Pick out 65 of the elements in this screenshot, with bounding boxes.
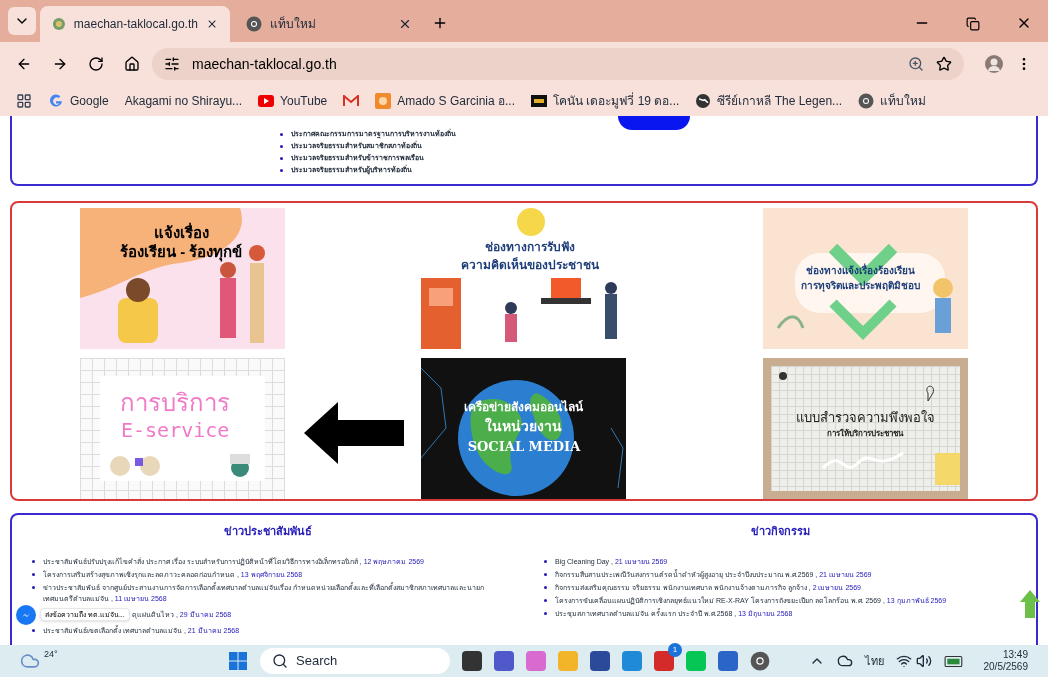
tab-title: แท็บใหม่ bbox=[270, 15, 317, 33]
bookmark[interactable]: Akagami no Shirayu... bbox=[124, 92, 243, 110]
banner-title: แบบสำรวจความพึงพอใจ bbox=[795, 409, 935, 428]
back-icon[interactable] bbox=[16, 56, 32, 72]
messenger-button[interactable] bbox=[16, 604, 36, 625]
avatar-icon[interactable] bbox=[984, 54, 1004, 74]
bookmark-star-icon[interactable] bbox=[936, 56, 952, 72]
banner-title: ช่องทางการรับฟัง bbox=[485, 239, 576, 257]
home-icon[interactable] bbox=[124, 56, 140, 72]
app-icon[interactable] bbox=[654, 651, 674, 671]
banner[interactable]: แบบสำรวจความพึงพอใจ การให้บริการประชาชน bbox=[762, 358, 968, 500]
banner-title: แจ้งเรื่อง bbox=[153, 224, 209, 243]
reload-icon[interactable] bbox=[88, 56, 104, 72]
tab-title: maechan-taklocal.go.th bbox=[73, 16, 198, 33]
wifi-icon[interactable] bbox=[895, 653, 912, 669]
section-title: ข่าวประชาสัมพันธ์ bbox=[224, 524, 312, 540]
scroll-to-top-icon[interactable] bbox=[1020, 590, 1040, 618]
bookmark[interactable]: Google bbox=[48, 92, 109, 110]
google-icon bbox=[48, 93, 64, 109]
battery-icon[interactable] bbox=[943, 653, 964, 669]
youtube-icon bbox=[258, 95, 275, 107]
clock-date: 20/5/2569 bbox=[983, 661, 1028, 674]
banner-subtitle: การให้บริการประชาชน bbox=[827, 427, 904, 440]
banner-subtitle: ความคิดเห็นของประชาชน bbox=[461, 256, 600, 275]
chrome-icon bbox=[750, 651, 770, 671]
notification-badge: 1 bbox=[668, 643, 682, 657]
apps-icon[interactable] bbox=[16, 93, 32, 109]
chrome-icon bbox=[246, 16, 262, 32]
search-field[interactable]: Search bbox=[260, 648, 450, 674]
left-arrow-icon bbox=[303, 402, 405, 465]
windows-start-icon[interactable] bbox=[228, 651, 248, 671]
volume-icon[interactable] bbox=[915, 653, 932, 669]
restore-icon[interactable] bbox=[966, 17, 980, 31]
clock-time: 13:49 bbox=[1002, 648, 1028, 661]
zoom-icon[interactable] bbox=[908, 56, 924, 72]
address-text: maechan-taklocal.go.th bbox=[192, 54, 338, 74]
weather-icon[interactable] bbox=[20, 651, 40, 671]
bookmark[interactable]: โคนัน เดอะมูฟวี่ 19 ดอ... bbox=[531, 92, 680, 110]
bookmark[interactable]: ซีรีย์เกาหลี The Legen... bbox=[695, 92, 843, 110]
mail-icon[interactable] bbox=[343, 95, 360, 107]
banner-subtitle: ร้องเรียน - ร้องทุกข์ bbox=[120, 243, 243, 262]
search-icon bbox=[272, 653, 288, 669]
browser-tab[interactable]: แท็บใหม่ bbox=[234, 6, 424, 42]
cloud-icon[interactable] bbox=[836, 653, 853, 669]
banner-subtitle: การทุจริตและประพฤติมิชอบ bbox=[800, 279, 920, 294]
tab-search-button[interactable] bbox=[8, 7, 36, 35]
section-title: ข่าวกิจกรรม bbox=[750, 524, 810, 540]
bookmark[interactable]: YouTube bbox=[258, 92, 328, 110]
site-info-icon[interactable] bbox=[164, 56, 180, 72]
close-tab-icon[interactable] bbox=[398, 17, 412, 31]
temperature: 24° bbox=[44, 648, 58, 662]
address-bar[interactable]: maechan-taklocal.go.th bbox=[152, 48, 964, 80]
banner-title: การบริการ bbox=[120, 388, 231, 419]
bookmark[interactable]: แท็บใหม่ bbox=[858, 92, 927, 110]
chrome-icon bbox=[858, 93, 875, 109]
browser-tab[interactable]: maechan-taklocal.go.th bbox=[40, 6, 230, 42]
new-tab-icon[interactable] bbox=[432, 15, 448, 31]
forward-icon[interactable] bbox=[52, 56, 68, 72]
app-logo-icon bbox=[375, 93, 392, 109]
bookmark[interactable]: Amado S Garcinia อ... bbox=[375, 92, 515, 110]
banner[interactable]: แจ้งเรื่อง ร้องเรียน - ร้องทุกข์ bbox=[80, 208, 286, 350]
emblem-icon bbox=[52, 16, 66, 32]
download-button[interactable] bbox=[618, 116, 690, 130]
input-language[interactable]: ไทย bbox=[864, 652, 884, 670]
banner-subtitle: E-service bbox=[120, 418, 230, 444]
